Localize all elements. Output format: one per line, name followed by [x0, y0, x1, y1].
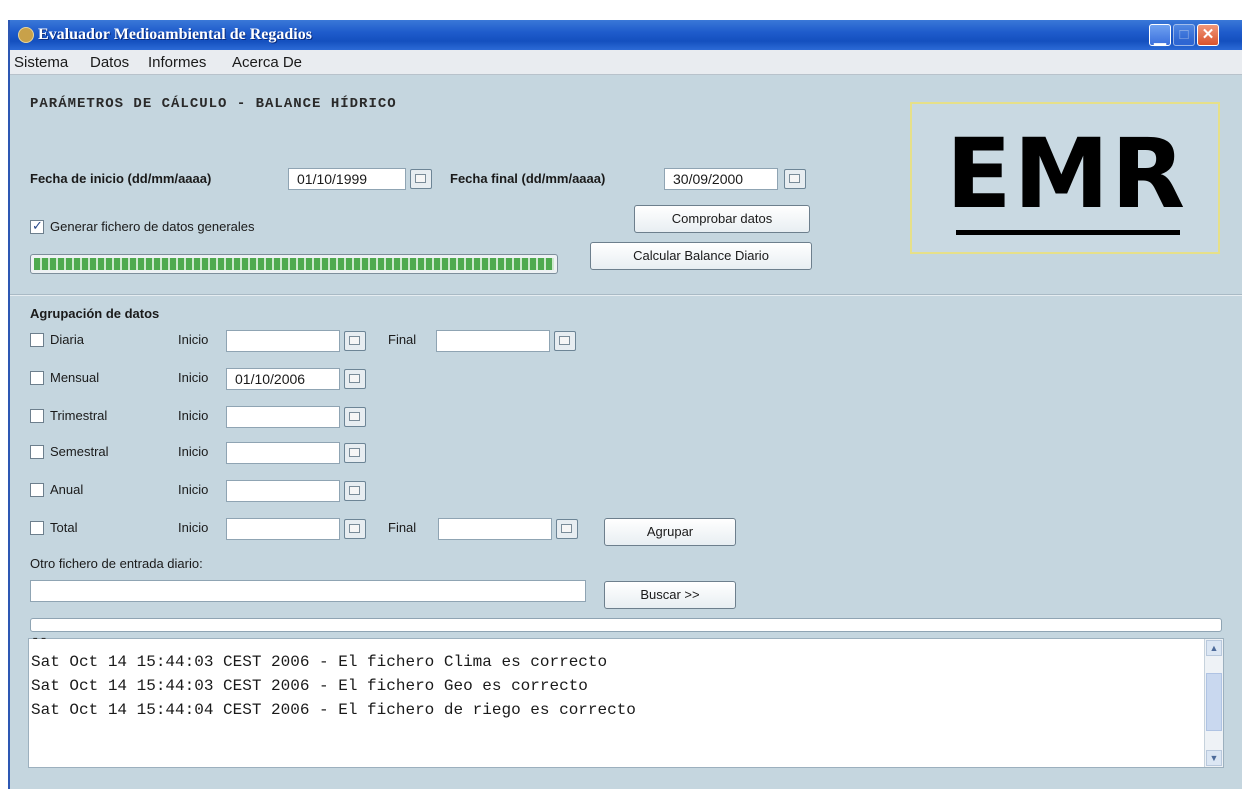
page-title: PARÁMETROS DE CÁLCULO - BALANCE HÍDRICO — [30, 96, 397, 112]
menu-datos[interactable]: Datos — [90, 54, 129, 71]
group-diaria-start-field[interactable] — [226, 330, 340, 352]
menu-informes[interactable]: Informes — [148, 54, 206, 71]
group-trimestral-checkbox[interactable] — [30, 409, 44, 423]
title-bar[interactable]: Evaluador Medioambiental de Regadios ▁ □… — [10, 20, 1242, 50]
calendar-icon — [349, 524, 360, 533]
group-diaria-start-label: Inicio — [178, 332, 209, 347]
group-anual-checkbox[interactable] — [30, 483, 44, 497]
check-data-button[interactable]: Comprobar datos — [634, 205, 810, 233]
group-trimestral-start-label: Inicio — [178, 408, 209, 423]
calendar-icon — [349, 448, 360, 457]
calendar-icon — [559, 336, 570, 345]
section-divider — [10, 294, 1242, 296]
start-date-field[interactable]: 01/10/1999 — [288, 168, 406, 190]
group-anual-start-calendar-button[interactable] — [344, 481, 366, 501]
checkmark-icon: ✓ — [32, 218, 43, 233]
log-line: Sat Oct 14 15:44:03 CEST 2006 - El fiche… — [31, 677, 588, 695]
group-semestral-start-field[interactable] — [226, 442, 340, 464]
group-diaria-end-label: Final — [388, 332, 417, 347]
window-title: Evaluador Medioambiental de Regadios — [38, 26, 312, 43]
menu-acerca-de[interactable]: Acerca De — [232, 54, 302, 71]
scroll-up-icon[interactable]: ▲ — [1206, 640, 1222, 656]
start-date-label: Fecha de inicio (dd/mm/aaaa) — [30, 171, 212, 186]
group-total-checkbox[interactable] — [30, 521, 44, 535]
group-total-start-label: Inicio — [178, 520, 209, 535]
group-mensual-checkbox[interactable] — [30, 371, 44, 385]
calendar-icon — [415, 174, 426, 183]
calendar-icon — [789, 174, 800, 183]
start-date-calendar-button[interactable] — [410, 169, 432, 189]
calendar-icon — [561, 524, 572, 533]
log-line: Sat Oct 14 15:44:03 CEST 2006 - El fiche… — [31, 653, 608, 671]
group-trimestral-label: Trimestral — [50, 408, 108, 423]
log-area[interactable]: -- Sat Oct 14 15:44:03 CEST 2006 - El fi… — [28, 631, 1224, 768]
calculate-balance-button[interactable]: Calcular Balance Diario — [590, 242, 812, 270]
group-mensual-label: Mensual — [50, 370, 100, 385]
log-separator: -- — [31, 631, 48, 647]
app-icon — [18, 27, 34, 43]
search-button[interactable]: Buscar >> — [604, 581, 736, 609]
group-diaria-end-calendar-button[interactable] — [554, 331, 576, 351]
generate-file-checkbox[interactable]: ✓ — [30, 218, 44, 234]
group-diaria-label: Diaria — [50, 332, 84, 347]
log-line: Sat Oct 14 15:44:04 CEST 2006 - El fiche… — [31, 701, 636, 719]
group-total-end-label: Final — [388, 520, 417, 535]
group-trimestral-start-calendar-button[interactable] — [344, 407, 366, 427]
calendar-icon — [349, 336, 360, 345]
group-diaria-start-calendar-button[interactable] — [344, 331, 366, 351]
menu-sistema[interactable]: Sistema — [14, 54, 68, 71]
grouping-title: Agrupación de datos — [30, 306, 160, 321]
calendar-icon — [349, 486, 360, 495]
logo-text: EMR — [946, 118, 1188, 230]
logo-box: EMR — [910, 102, 1220, 254]
group-mensual-start-field[interactable]: 01/10/2006 — [226, 368, 340, 390]
end-date-calendar-button[interactable] — [784, 169, 806, 189]
group-total-end-calendar-button[interactable] — [556, 519, 578, 539]
group-anual-start-label: Inicio — [178, 482, 209, 497]
group-diaria-end-field[interactable] — [436, 330, 550, 352]
status-bar — [30, 618, 1222, 632]
group-mensual-start-calendar-button[interactable] — [344, 369, 366, 389]
scroll-down-icon[interactable]: ▼ — [1206, 750, 1222, 766]
progress-fill — [34, 258, 554, 270]
group-semestral-start-calendar-button[interactable] — [344, 443, 366, 463]
progress-bar — [30, 254, 558, 274]
close-button[interactable]: ✕ — [1197, 24, 1219, 46]
group-button[interactable]: Agrupar — [604, 518, 736, 546]
group-diaria-checkbox[interactable] — [30, 333, 44, 347]
group-total-end-field[interactable] — [438, 518, 552, 540]
other-file-label: Otro fichero de entrada diario: — [30, 556, 203, 571]
group-trimestral-start-field[interactable] — [226, 406, 340, 428]
group-anual-start-field[interactable] — [226, 480, 340, 502]
other-file-field[interactable] — [30, 580, 586, 602]
group-semestral-label: Semestral — [50, 444, 109, 459]
group-total-label: Total — [50, 520, 78, 535]
minimize-button[interactable]: ▁ — [1149, 24, 1171, 46]
group-mensual-start-label: Inicio — [178, 370, 209, 385]
log-scrollbar[interactable]: ▲ ▼ — [1204, 639, 1223, 767]
scroll-thumb[interactable] — [1206, 673, 1222, 731]
calendar-icon — [349, 412, 360, 421]
end-date-label: Fecha final (dd/mm/aaaa) — [450, 171, 606, 186]
group-semestral-checkbox[interactable] — [30, 445, 44, 459]
maximize-button[interactable]: □ — [1173, 24, 1195, 46]
minimize-icon: ▁ — [1154, 29, 1166, 46]
group-anual-label: Anual — [50, 482, 84, 497]
group-total-start-calendar-button[interactable] — [344, 519, 366, 539]
group-semestral-start-label: Inicio — [178, 444, 209, 459]
group-total-start-field[interactable] — [226, 518, 340, 540]
logo-underline — [956, 230, 1180, 235]
close-icon: ✕ — [1201, 26, 1215, 43]
end-date-field[interactable]: 30/09/2000 — [664, 168, 778, 190]
generate-file-label: Generar fichero de datos generales — [50, 219, 255, 234]
app-window: Evaluador Medioambiental de Regadios ▁ □… — [8, 20, 1242, 789]
calendar-icon — [349, 374, 360, 383]
maximize-icon: □ — [1179, 26, 1189, 43]
menu-bar: Sistema Datos Informes Acerca De — [10, 50, 1242, 75]
